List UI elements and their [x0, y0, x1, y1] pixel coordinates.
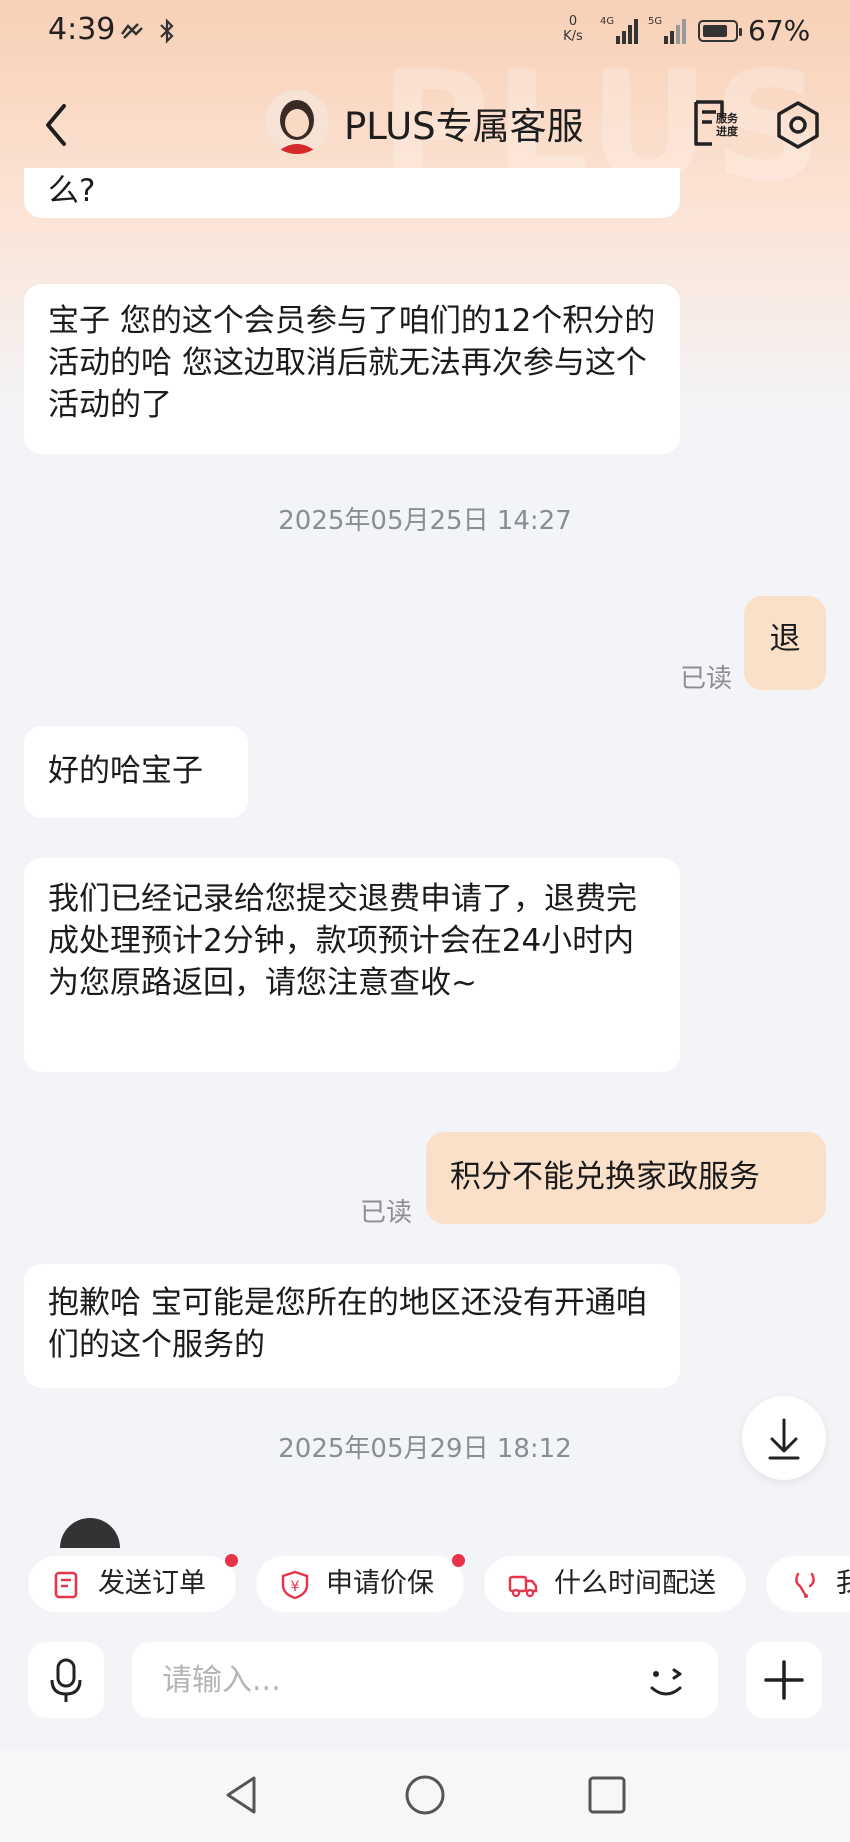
- back-arrow-icon[interactable]: [38, 100, 78, 150]
- service-progress-label: 服务 进度: [716, 112, 738, 138]
- bluetooth-icon: [159, 18, 174, 44]
- emoji-wink-icon[interactable]: [640, 1656, 692, 1706]
- page-title: PLUS专属客服: [344, 105, 584, 148]
- chat-messages[interactable]: 么? 宝子 您的这个会员参与了咱们的12个积分的活动的哈 您这边取消后就无法再次…: [0, 168, 850, 1548]
- system-navigation-bar: [0, 1750, 850, 1842]
- more-options-button[interactable]: [746, 1642, 822, 1718]
- chat-header: PLUS专属客服 服务 进度: [0, 80, 850, 168]
- settings-icon[interactable]: [774, 100, 822, 150]
- message-bubble-incoming: 我们已经记录给您提交退费申请了，退费完成处理预计2分钟，款项预计会在24小时内为…: [24, 858, 680, 1072]
- notification-dot: [452, 1554, 465, 1567]
- agent-avatar: [265, 90, 329, 154]
- nav-home-icon[interactable]: [402, 1772, 448, 1818]
- message-input-container: [132, 1642, 718, 1718]
- signal-5g-icon: 5G: [648, 16, 690, 50]
- download-arrow-icon: [768, 1418, 800, 1460]
- price-protect-icon: ¥: [281, 1570, 309, 1600]
- plus-icon: [764, 1660, 804, 1700]
- scroll-to-bottom-button[interactable]: [742, 1396, 826, 1480]
- svg-text:¥: ¥: [291, 1579, 300, 1595]
- read-status: 已读: [680, 664, 733, 694]
- message-bubble-incoming: 宝子 您的这个会员参与了咱们的12个积分的活动的哈 您这边取消后就无法再次参与这…: [24, 284, 680, 454]
- message-bubble-outgoing: 退: [744, 596, 826, 690]
- clock: 4:39: [48, 12, 116, 47]
- service-progress-button[interactable]: 服务 进度: [692, 98, 748, 152]
- battery-icon: [698, 20, 742, 42]
- message-input[interactable]: [160, 1656, 624, 1704]
- chip-price-protect[interactable]: ¥ 申请价保: [256, 1556, 464, 1612]
- battery-percent: 67%: [748, 14, 811, 47]
- nav-recents-icon[interactable]: [584, 1772, 630, 1818]
- signal-4g-icon: 4G: [600, 16, 642, 50]
- chip-repair[interactable]: 我: [766, 1556, 850, 1612]
- message-bubble-incoming: 好的哈宝子: [24, 726, 248, 818]
- read-status: 已读: [360, 1198, 413, 1228]
- notification-dot: [225, 1554, 238, 1567]
- quick-actions: 发送订单 ¥ 申请价保 什么时间配送 我: [0, 1552, 850, 1618]
- chip-delivery-time[interactable]: 什么时间配送: [484, 1556, 746, 1612]
- message-bubble-outgoing: 积分不能兑换家政服务: [426, 1132, 826, 1224]
- nav-back-icon[interactable]: [220, 1772, 266, 1818]
- status-icons: [118, 16, 176, 44]
- agent-avatar-partial: [60, 1518, 120, 1548]
- timestamp: 2025年05月29日 18:12: [278, 1434, 572, 1464]
- status-bar: 4:39 0 K/s 4G 5G 67%: [0, 0, 850, 64]
- microphone-icon: [50, 1658, 82, 1702]
- chip-send-order[interactable]: 发送订单: [28, 1556, 236, 1612]
- hd-call-icon: [121, 23, 143, 39]
- input-bar: [0, 1636, 850, 1726]
- message-bubble-incoming: 么?: [24, 168, 680, 218]
- message-bubble-incoming: 抱歉哈 宝可能是您所在的地区还没有开通咱们的这个服务的: [24, 1264, 680, 1388]
- timestamp: 2025年05月25日 14:27: [278, 506, 572, 536]
- delivery-truck-icon: [508, 1575, 538, 1598]
- order-icon: [54, 1571, 78, 1599]
- net-speed: 0 K/s: [563, 14, 583, 44]
- repair-icon: [795, 1572, 815, 1598]
- voice-button[interactable]: [28, 1642, 104, 1718]
